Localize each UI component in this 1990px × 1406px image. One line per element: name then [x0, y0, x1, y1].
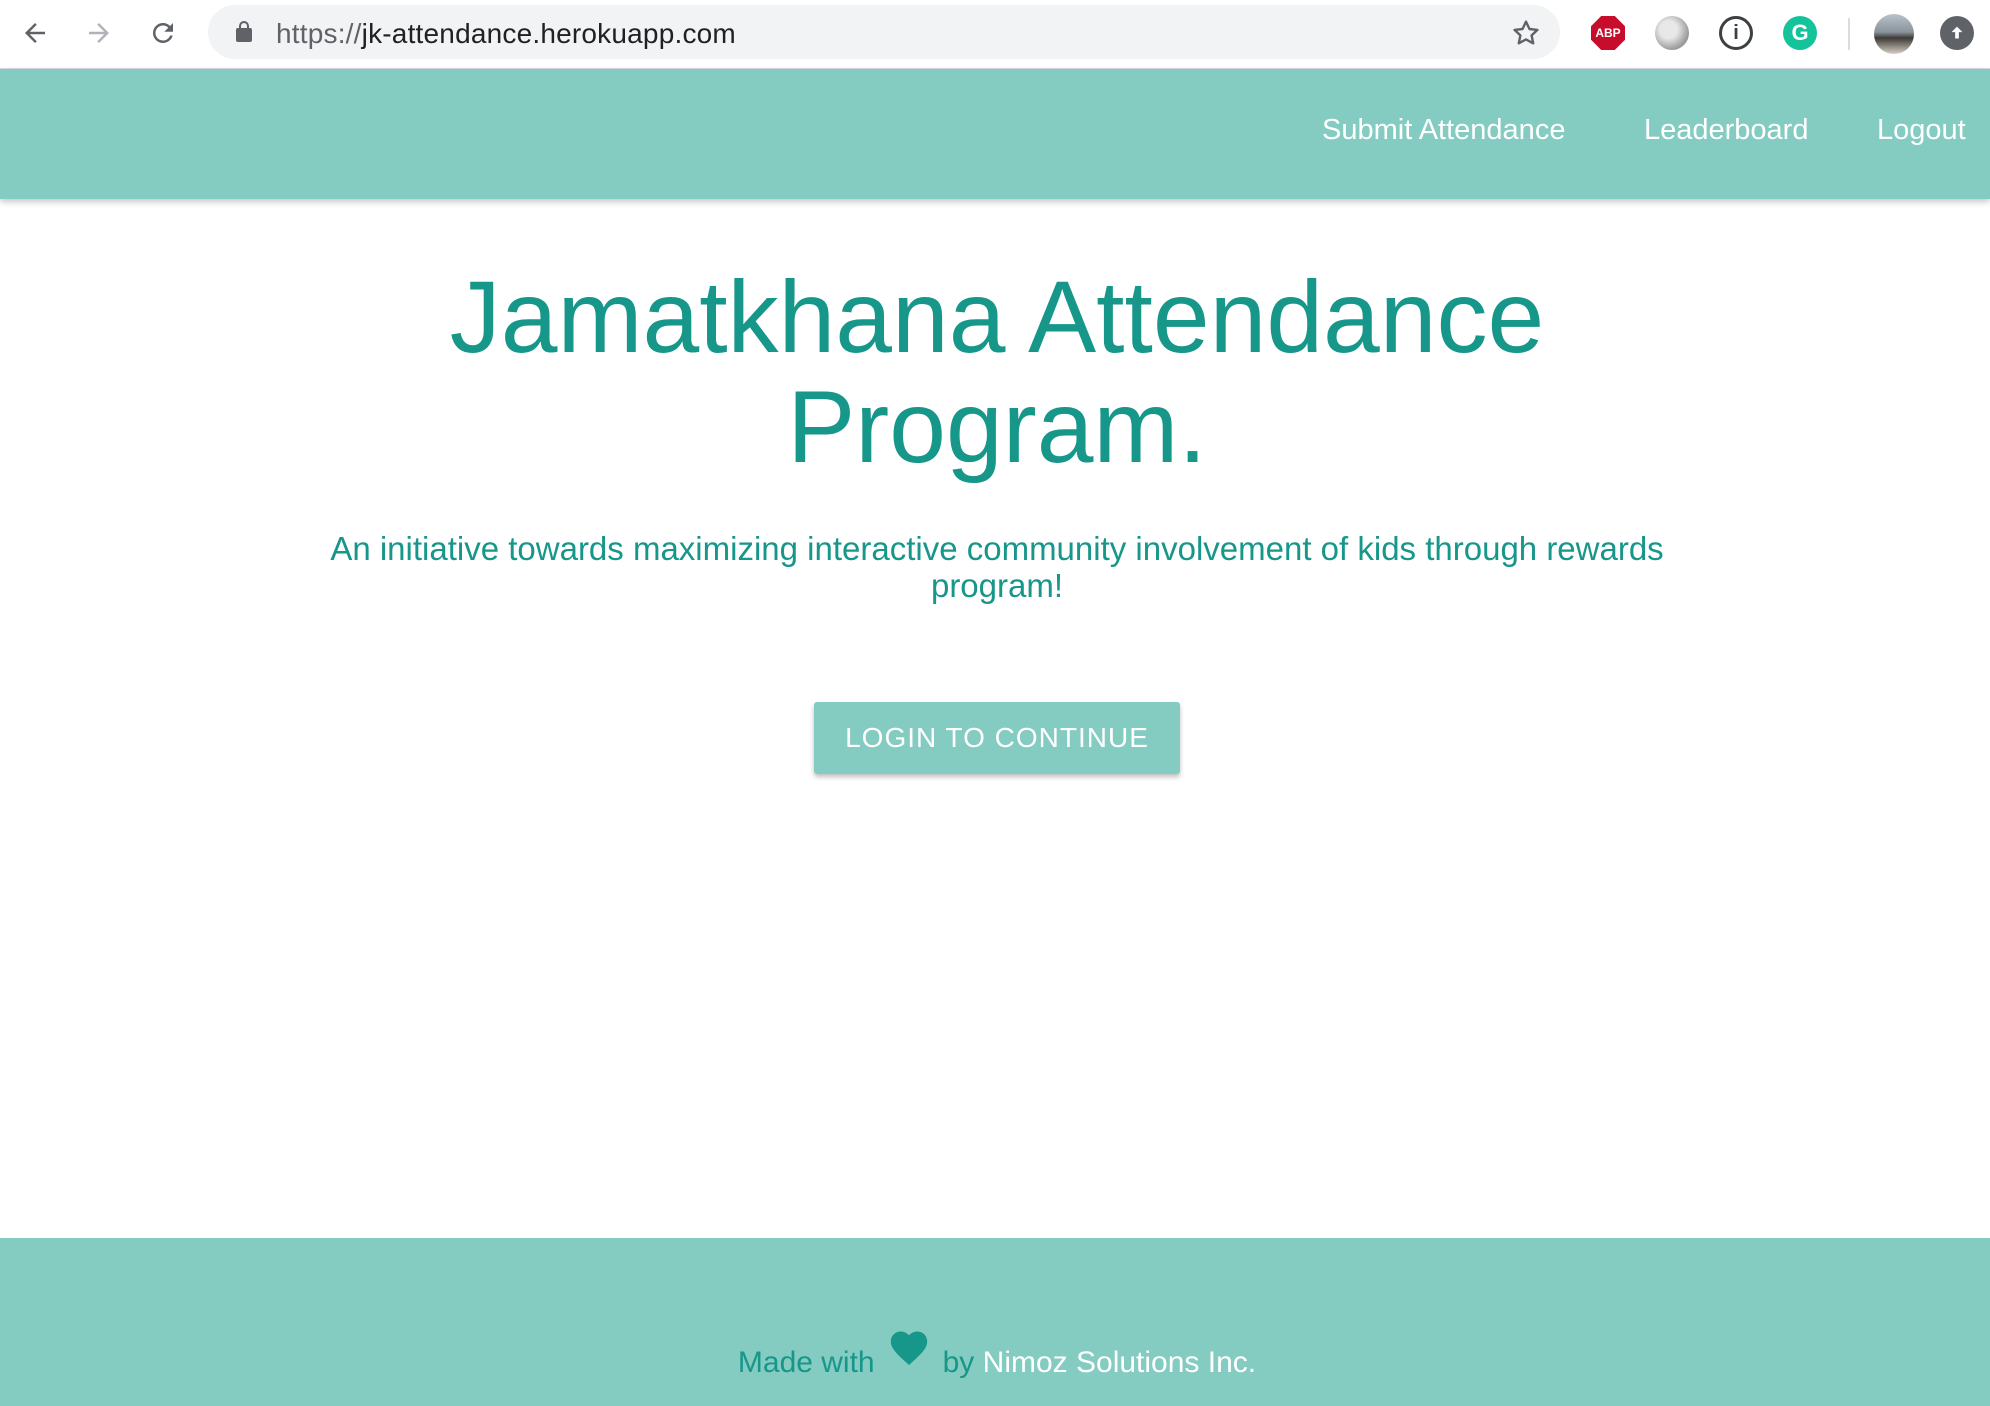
- url-host: jk-attendance.herokuapp.com: [361, 18, 736, 49]
- address-bar[interactable]: https://jk-attendance.herokuapp.com: [208, 5, 1560, 59]
- password-manager-extension-icon[interactable]: i: [1719, 16, 1753, 50]
- heart-icon: [890, 1331, 927, 1366]
- back-button[interactable]: [14, 12, 56, 54]
- star-icon[interactable]: [1510, 17, 1542, 49]
- footer-by: by: [942, 1346, 975, 1379]
- update-icon[interactable]: [1940, 16, 1974, 50]
- forward-button[interactable]: [78, 12, 120, 54]
- footer-made-with: Made with: [737, 1346, 875, 1379]
- reload-button[interactable]: [142, 12, 184, 54]
- page-title-line1: Jamatkhana Attendance: [449, 260, 1545, 374]
- arrow-up-icon: [1951, 26, 1963, 39]
- page-subtitle: An initiative towards maximizing interac…: [330, 530, 1664, 604]
- grammarly-label: G: [1791, 20, 1809, 45]
- page-title: Jamatkhana Attendance Program.: [0, 262, 1990, 482]
- site-navbar: Submit Attendance Leaderboard Logout: [0, 69, 1990, 199]
- arrow-back-icon: [25, 23, 45, 43]
- site-footer: Made with by Nimoz Solutions Inc.: [0, 1238, 1990, 1406]
- login-to-continue-button[interactable]: LOGIN TO CONTINUE: [814, 702, 1180, 774]
- extension-orb-icon[interactable]: [1655, 16, 1689, 50]
- lock-icon: [236, 21, 252, 42]
- arrow-forward-icon: [89, 23, 109, 43]
- adblock-extension-icon[interactable]: ABP: [1591, 16, 1625, 50]
- nav-leaderboard[interactable]: Leaderboard: [1644, 114, 1808, 147]
- browser-toolbar: https://jk-attendance.herokuapp.com ABP …: [0, 0, 1990, 69]
- page-title-line2: Program.: [787, 370, 1207, 484]
- reload-icon: [153, 23, 173, 43]
- toolbar-divider: [1848, 18, 1850, 50]
- info-label: i: [1733, 21, 1739, 44]
- footer-credit: Made with by Nimoz Solutions Inc.: [0, 1326, 1990, 1380]
- footer-company-link[interactable]: Nimoz Solutions Inc.: [983, 1346, 1256, 1379]
- nav-submit-attendance[interactable]: Submit Attendance: [1322, 114, 1565, 147]
- adblock-label: ABP: [1595, 26, 1621, 40]
- profile-avatar[interactable]: [1874, 14, 1914, 54]
- url-text: https://jk-attendance.herokuapp.com: [276, 18, 736, 50]
- nav-logout[interactable]: Logout: [1877, 114, 1966, 147]
- grammarly-extension-icon[interactable]: G: [1783, 16, 1817, 50]
- url-scheme: https://: [276, 18, 362, 49]
